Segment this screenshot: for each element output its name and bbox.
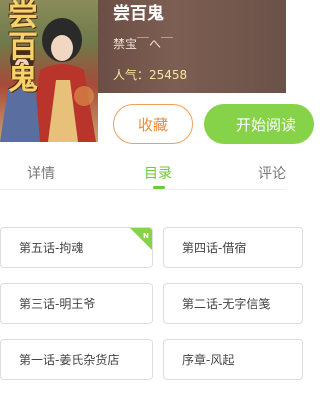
- chapter-item[interactable]: 序章-风起: [163, 339, 303, 380]
- chapter-label: 第三话-明王爷: [19, 297, 96, 311]
- start-reading-button[interactable]: 开始阅读: [204, 104, 314, 144]
- tab-comments[interactable]: 评论: [258, 163, 286, 183]
- tab-details[interactable]: 详情: [27, 163, 55, 183]
- chapter-label: 序章-风起: [182, 353, 235, 367]
- cover-image[interactable]: 尝百鬼: [0, 0, 98, 142]
- collect-button[interactable]: 收藏: [113, 104, 193, 144]
- tab-bar: 详情 目录 评论: [0, 150, 286, 190]
- active-tab-indicator: [153, 186, 165, 189]
- chapter-item[interactable]: 第三话-明王爷: [0, 283, 153, 324]
- new-badge-icon: N: [130, 228, 152, 250]
- chapter-item[interactable]: 第一话-姜氏杂货店: [0, 339, 153, 380]
- chapter-item[interactable]: 第二话-无字信笺: [163, 283, 303, 324]
- comic-title: 尝百鬼: [113, 4, 164, 24]
- tab-catalog[interactable]: 目录: [144, 163, 172, 183]
- chapter-label: 第四话-借宿: [182, 241, 247, 255]
- chapter-item[interactable]: 第五话-拘魂 N: [0, 227, 153, 268]
- comic-header: 尝百鬼 尝百鬼 禁宝￣へ￣ 人气：25458 收藏 开始阅读: [0, 0, 314, 150]
- chapter-label: 第二话-无字信笺: [182, 297, 271, 311]
- cover-title-text: 尝百鬼: [8, 0, 38, 97]
- comic-author: 禁宝￣へ￣: [113, 37, 174, 51]
- chapter-label: 第五话-拘魂: [19, 241, 84, 255]
- chapter-label: 第一话-姜氏杂货店: [19, 353, 120, 367]
- chapter-item[interactable]: 第四话-借宿: [163, 227, 303, 268]
- new-badge-text: N: [143, 232, 149, 240]
- popularity-count: 人气：25458: [113, 68, 188, 82]
